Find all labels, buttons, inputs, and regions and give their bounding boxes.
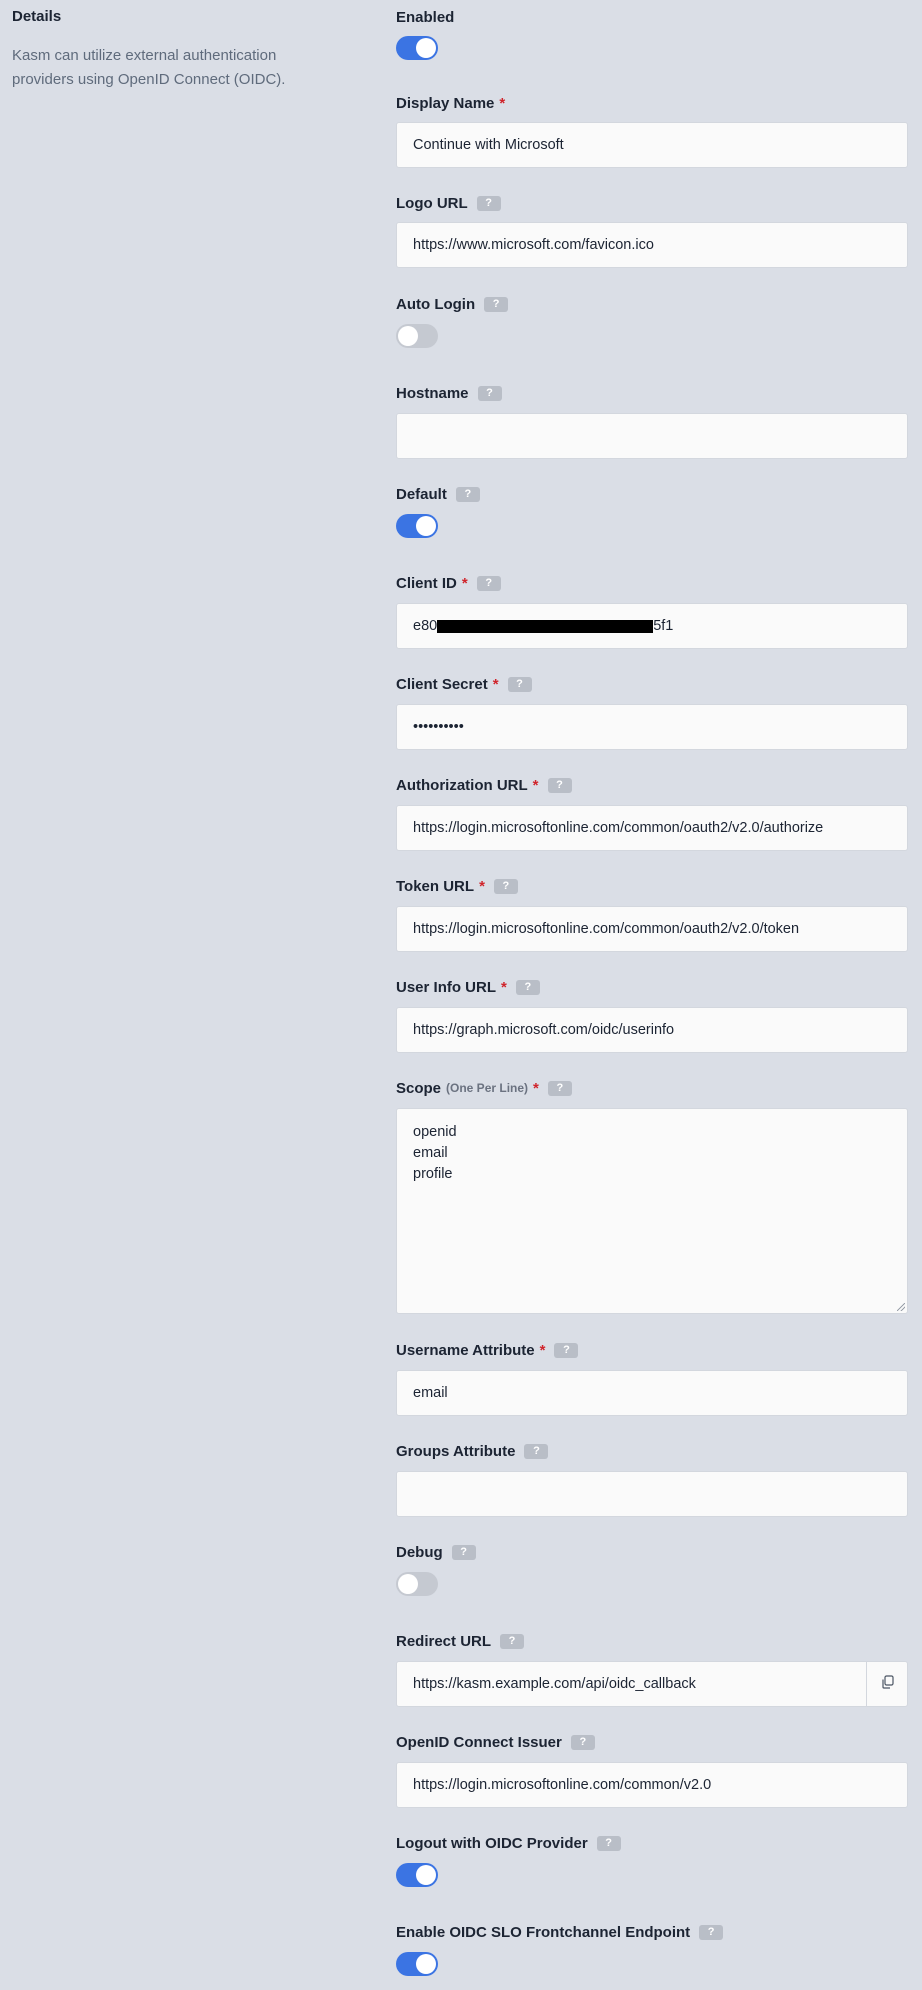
client-secret-label: Client Secret *? [396, 675, 908, 693]
toggle-knob [416, 516, 436, 536]
openid-issuer-input[interactable]: https://login.microsoftonline.com/common… [396, 1762, 908, 1808]
oidc-slo-frontchannel-toggle[interactable] [396, 1952, 438, 1976]
hostname-label: Hostname? [396, 384, 908, 402]
client-id-input[interactable]: e80 5f1 [396, 603, 908, 649]
help-icon[interactable]: ? [547, 1080, 572, 1096]
required-marker: * [501, 978, 507, 996]
help-icon[interactable]: ? [476, 575, 501, 591]
field-client-id: Client ID *? e80 5f1 [396, 574, 908, 649]
copy-button[interactable] [866, 1662, 907, 1706]
field-auto-login: Auto Login? [396, 295, 908, 348]
enabled-label: Enabled [396, 8, 455, 26]
authorization-url-label: Authorization URL *? [396, 776, 908, 794]
auto-login-label: Auto Login? [396, 295, 908, 313]
field-redirect-url: Redirect URL? https://kasm.example.com/a… [396, 1632, 908, 1707]
help-icon[interactable]: ? [455, 486, 480, 502]
field-authorization-url: Authorization URL *? https://login.micros… [396, 776, 908, 851]
resize-handle-icon[interactable] [897, 1303, 905, 1311]
user-info-url-input[interactable]: https://graph.microsoft.com/oidc/userinf… [396, 1007, 908, 1053]
field-oidc-slo-frontchannel: Enable OIDC SLO Frontchannel Endpoint? [396, 1923, 908, 1976]
required-marker: * [533, 1079, 539, 1097]
logout-with-oidc-label: Logout with OIDC Provider? [396, 1834, 908, 1852]
enabled-toggle[interactable] [396, 36, 438, 60]
auto-login-toggle[interactable] [396, 324, 438, 348]
help-icon[interactable]: ? [477, 385, 502, 401]
redaction-bar [437, 619, 654, 633]
help-icon[interactable]: ? [451, 1544, 476, 1560]
toggle-knob [416, 38, 436, 58]
field-openid-issuer: OpenID Connect Issuer? https://login.mic… [396, 1733, 908, 1808]
token-url-input[interactable]: https://login.microsoftonline.com/common… [396, 906, 908, 952]
field-client-secret: Client Secret *? •••••••••• [396, 675, 908, 750]
username-attribute-input[interactable]: email [396, 1370, 908, 1416]
debug-label: Debug? [396, 1543, 908, 1561]
default-toggle[interactable] [396, 514, 438, 538]
scope-hint: (One Per Line) [446, 1081, 529, 1095]
help-icon[interactable]: ? [699, 1924, 724, 1940]
token-url-label: Token URL *? [396, 877, 908, 895]
required-marker: * [479, 877, 485, 895]
authorization-url-input[interactable]: https://login.microsoftonline.com/common… [396, 805, 908, 851]
field-logout-with-oidc: Logout with OIDC Provider? [396, 1834, 908, 1887]
redirect-url-label: Redirect URL? [396, 1632, 908, 1650]
logout-with-oidc-toggle[interactable] [396, 1863, 438, 1887]
client-secret-input[interactable]: •••••••••• [396, 704, 908, 750]
username-attribute-label: Username Attribute *? [396, 1341, 908, 1359]
user-info-url-label: User Info URL *? [396, 978, 908, 996]
help-icon[interactable]: ? [493, 878, 518, 894]
scope-line: openid [413, 1124, 457, 1140]
display-name-label: Display Name * [396, 94, 506, 112]
required-marker: * [461, 574, 468, 592]
toggle-knob [416, 1865, 436, 1885]
scope-line: email [413, 1145, 448, 1161]
logo-url-label: Logo URL? [396, 194, 908, 212]
redirect-url-input[interactable]: https://kasm.example.com/api/oidc_callba… [396, 1661, 908, 1707]
client-id-label: Client ID *? [396, 574, 908, 592]
field-user-info-url: User Info URL *? https://graph.microsoft.… [396, 978, 908, 1053]
required-marker: * [532, 776, 539, 794]
logo-url-input[interactable]: https://www.microsoft.com/favicon.ico [396, 222, 908, 268]
default-label: Default? [396, 485, 908, 503]
help-icon[interactable]: ? [484, 296, 509, 312]
required-marker: * [492, 675, 499, 693]
details-title: Details [12, 8, 62, 25]
help-icon[interactable]: ? [554, 1342, 579, 1358]
display-name-input[interactable]: Continue with Microsoft [396, 122, 908, 168]
openid-issuer-label: OpenID Connect Issuer? [396, 1733, 908, 1751]
hostname-input[interactable] [396, 413, 908, 459]
scope-label: Scope (One Per Line) *? [396, 1079, 908, 1097]
help-icon[interactable]: ? [547, 777, 572, 793]
groups-attribute-label: Groups Attribute? [396, 1442, 908, 1460]
help-icon[interactable]: ? [500, 1633, 525, 1649]
toggle-knob [416, 1954, 436, 1974]
help-icon[interactable]: ? [507, 676, 532, 692]
field-display-name: Display Name * Continue with Microsoft [396, 94, 908, 168]
field-scope: Scope (One Per Line) *? openid email profi… [396, 1079, 908, 1314]
toggle-knob [398, 326, 418, 346]
help-icon[interactable]: ? [570, 1734, 595, 1750]
field-default: Default? [396, 485, 908, 538]
details-description: Kasm can utilize external authentication… [12, 47, 286, 88]
scope-textarea[interactable]: openid email profile [396, 1108, 908, 1314]
help-icon[interactable]: ? [515, 979, 540, 995]
oidc-slo-frontchannel-label: Enable OIDC SLO Frontchannel Endpoint? [396, 1923, 908, 1941]
groups-attribute-input[interactable] [396, 1471, 908, 1517]
help-icon[interactable]: ? [524, 1443, 549, 1459]
field-token-url: Token URL *? https://login.microsoftonlin… [396, 877, 908, 952]
field-enabled: Enabled [396, 8, 908, 60]
required-marker: * [539, 1341, 546, 1359]
toggle-knob [398, 1574, 418, 1594]
field-username-attribute: Username Attribute *? email [396, 1341, 908, 1416]
field-debug: Debug? [396, 1543, 908, 1596]
help-icon[interactable]: ? [476, 195, 501, 211]
scope-line: profile [413, 1166, 453, 1182]
required-marker: * [499, 94, 506, 112]
field-logo-url: Logo URL? https://www.microsoft.com/favi… [396, 194, 908, 268]
help-icon[interactable]: ? [596, 1835, 621, 1851]
field-groups-attribute: Groups Attribute? [396, 1442, 908, 1517]
debug-toggle[interactable] [396, 1572, 438, 1596]
field-hostname: Hostname? [396, 384, 908, 459]
copy-icon [881, 1675, 894, 1693]
